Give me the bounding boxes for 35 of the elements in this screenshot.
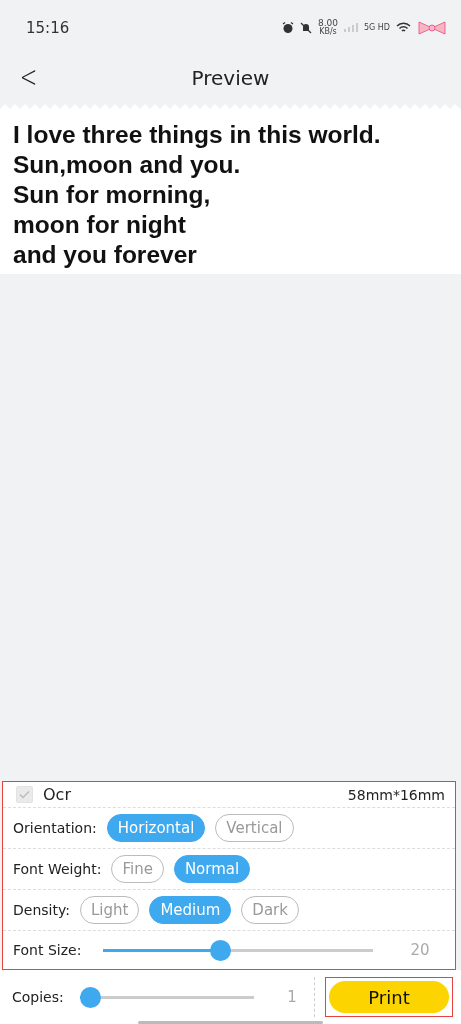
speed-value: 8.00: [317, 19, 338, 28]
clock: 15:16: [26, 18, 71, 37]
signal-icon: [344, 23, 358, 32]
slider-thumb[interactable]: [210, 939, 232, 961]
ocr-label: Ocr: [43, 785, 72, 804]
option-chip[interactable]: Fine: [111, 855, 164, 883]
option-label: Font Weight:: [13, 861, 102, 877]
alarm-icon: [281, 21, 294, 34]
paper-size: 58mm*16mm: [347, 786, 445, 803]
option-chip[interactable]: Light: [79, 896, 140, 924]
option-chip[interactable]: Horizontal: [106, 814, 206, 842]
preview-text-line: moon for night: [13, 210, 187, 240]
copies-label: Copies:: [12, 989, 64, 1005]
print-button[interactable]: Print: [329, 981, 449, 1013]
muted-bell-icon: [299, 21, 312, 34]
preview-text-line: and you forever: [13, 240, 198, 270]
option-chip[interactable]: Vertical: [215, 814, 294, 842]
wifi-icon: [396, 21, 411, 34]
copies-value: 1: [286, 988, 298, 1006]
font-size-value: 20: [409, 941, 431, 959]
preview-text-line: Sun for morning,: [13, 180, 212, 210]
option-chip[interactable]: Normal: [173, 855, 251, 883]
preview-text-line: Sun,moon and you.: [13, 150, 242, 180]
page-title: Preview: [191, 65, 270, 90]
preview-text-line: I love three things in this world.: [13, 120, 382, 150]
option-chip[interactable]: Dark: [241, 896, 299, 924]
check-icon: [19, 790, 30, 799]
option-label: Density:: [13, 902, 70, 918]
option-label: Orientation:: [13, 820, 97, 836]
option-chip[interactable]: Medium: [149, 896, 232, 924]
slider-thumb[interactable]: [79, 986, 101, 1008]
speed-unit: KB/s: [319, 28, 337, 36]
back-button[interactable]: <: [19, 59, 38, 94]
network-label: 5G HD: [364, 23, 390, 32]
font-size-label: Font Size:: [13, 942, 82, 958]
